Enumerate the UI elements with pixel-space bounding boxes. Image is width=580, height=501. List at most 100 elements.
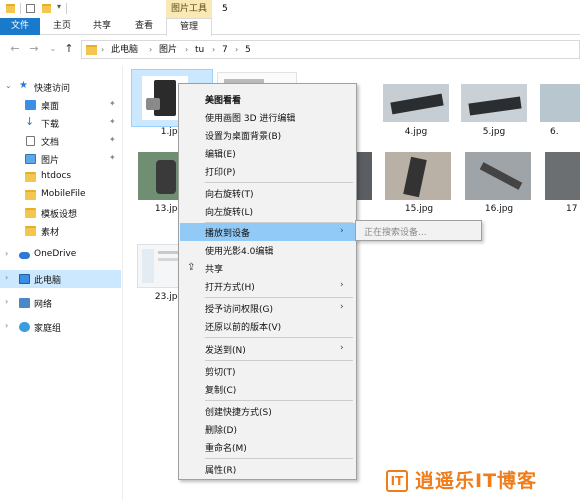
chevron-right-icon[interactable]: › [5, 249, 8, 258]
nav-label: 家庭组 [34, 324, 62, 334]
menu-item-rename[interactable]: 重命名(M) [180, 438, 356, 456]
nav-pictures[interactable]: 图片 ✦ [0, 150, 121, 168]
nav-documents[interactable]: 文档 ✦ [0, 132, 121, 150]
file-name[interactable]: 17 [566, 204, 580, 214]
pin-icon[interactable]: ✦ [109, 135, 116, 144]
menu-item-cast-to-device[interactable]: 播放到设备 › [180, 223, 356, 241]
menu-item-label: 属性(R) [205, 466, 237, 476]
context-menu: 美图看看 使用画图 3D 进行编辑 设置为桌面背景(B) 编辑(E) 打印(P)… [178, 83, 357, 480]
nav-network[interactable]: › 网络 [0, 294, 121, 312]
file-name[interactable]: 15.jpg [384, 204, 454, 214]
menu-item-label: 发送到(N) [205, 346, 246, 356]
computer-icon [19, 274, 30, 284]
pin-icon[interactable]: ✦ [109, 117, 116, 126]
new-folder-icon[interactable] [42, 4, 51, 13]
thumbnail-image[interactable] [383, 84, 449, 122]
menu-item-label: 删除(D) [205, 426, 237, 436]
menu-item-rotate-left[interactable]: 向左旋转(L) [180, 202, 356, 220]
file-name[interactable]: 4.jpg [381, 127, 451, 137]
chevron-right-icon: › [340, 280, 344, 290]
tab-home[interactable]: 主页 [44, 18, 80, 35]
menu-item-label: 设置为桌面背景(B) [205, 132, 282, 142]
ribbon-tabs: 文件 主页 共享 查看 管理 [0, 18, 580, 36]
nav-mobilefile[interactable]: MobileFile [0, 186, 121, 204]
file-name[interactable]: 5.jpg [459, 127, 529, 137]
menu-item-cut[interactable]: 剪切(T) [180, 362, 356, 380]
chevron-right-icon: › [340, 343, 344, 353]
chevron-right-icon: › [149, 45, 153, 54]
nav-homegroup[interactable]: › 家庭组 [0, 318, 121, 336]
menu-separator [205, 297, 353, 298]
title-bar: ▾ 图片工具 5 [0, 0, 580, 18]
folder-icon [86, 45, 97, 55]
download-icon: ↓ [25, 115, 35, 128]
nav-downloads[interactable]: ↓ 下载 ✦ [0, 114, 121, 132]
thumbnail-image[interactable] [356, 152, 372, 200]
breadcrumb-pictures[interactable]: 图片 [159, 41, 177, 59]
menu-item-create-shortcut[interactable]: 创建快捷方式(S) [180, 402, 356, 420]
chevron-right-icon[interactable]: › [5, 321, 8, 330]
chevron-right-icon: › [235, 45, 239, 54]
menu-item-print[interactable]: 打印(P) [180, 162, 356, 180]
recent-locations-icon[interactable]: ⌄ [46, 41, 60, 57]
back-arrow-icon[interactable]: ← [8, 41, 22, 57]
breadcrumb-tu[interactable]: tu [195, 41, 204, 59]
menu-item-copy[interactable]: 复制(C) [180, 380, 356, 398]
tab-share[interactable]: 共享 [84, 18, 120, 35]
forward-arrow-icon[interactable]: → [27, 41, 41, 57]
menu-item-rotate-right[interactable]: 向右旋转(T) [180, 184, 356, 202]
file-name[interactable]: 16.jpg [464, 204, 534, 214]
menu-item-edit-with-nEO[interactable]: 使用光影4.0编辑 [180, 241, 356, 259]
tab-file[interactable]: 文件 [0, 18, 40, 35]
tab-view[interactable]: 查看 [124, 18, 164, 35]
chevron-right-icon[interactable]: › [5, 273, 8, 282]
thumbnail-image[interactable] [545, 152, 580, 200]
menu-item-share[interactable]: ⇪ 共享 [180, 259, 356, 277]
nav-template-ideas[interactable]: 模板设想 [0, 204, 121, 222]
nav-htdocs[interactable]: htdocs [0, 168, 121, 186]
nav-desktop[interactable]: 桌面 ✦ [0, 96, 121, 114]
pin-icon[interactable]: ✦ [109, 99, 116, 108]
menu-item-label: 共享 [205, 265, 224, 275]
address-bar[interactable]: › 此电脑 › 图片 › tu › 7 › 5 [81, 40, 580, 59]
breadcrumb-5[interactable]: 5 [245, 41, 251, 59]
nav-onedrive[interactable]: › OneDrive [0, 246, 121, 264]
file-name[interactable]: 6. [550, 127, 580, 137]
properties-icon[interactable] [26, 4, 35, 13]
menu-item-send-to[interactable]: 发送到(N) › [180, 340, 356, 358]
nav-this-pc[interactable]: › 此电脑 [0, 270, 121, 288]
chevron-right-icon[interactable]: › [5, 297, 8, 306]
menu-item-label: 重命名(M) [205, 444, 247, 454]
menu-item-set-desktop-background[interactable]: 设置为桌面背景(B) [180, 126, 356, 144]
thumbnail-image[interactable] [540, 84, 580, 122]
navigation-pane: ⌄ ★ 快速访问 桌面 ✦ ↓ 下载 ✦ 文档 ✦ 图片 ✦ htdocs Mo… [0, 66, 121, 501]
up-arrow-icon[interactable]: ↑ [62, 41, 76, 57]
nav-materials[interactable]: 素材 [0, 222, 121, 240]
menu-item-meitu-viewer[interactable]: 美图看看 [180, 90, 356, 108]
folder-icon [25, 190, 36, 200]
thumbnail-image[interactable] [461, 84, 527, 122]
menu-item-give-access[interactable]: 授予访问权限(G) › [180, 299, 356, 317]
menu-item-label: 使用画图 3D 进行编辑 [205, 114, 296, 124]
nav-quick-access[interactable]: ⌄ ★ 快速访问 [0, 78, 121, 96]
nav-label: 模板设想 [41, 210, 78, 220]
pin-icon[interactable]: ✦ [109, 153, 116, 162]
menu-item-label: 打开方式(H) [205, 283, 255, 293]
thumbnail-image[interactable] [465, 152, 531, 200]
tab-manage[interactable]: 管理 [166, 18, 212, 36]
menu-item-open-with[interactable]: 打开方式(H) › [180, 277, 356, 295]
menu-item-edit-paint3d[interactable]: 使用画图 3D 进行编辑 [180, 108, 356, 126]
menu-item-edit[interactable]: 编辑(E) [180, 144, 356, 162]
nav-label: MobileFile [41, 189, 86, 199]
breadcrumb-this-pc[interactable]: 此电脑 [111, 41, 138, 59]
breadcrumb-7[interactable]: 7 [222, 41, 228, 59]
customize-toolbar-icon[interactable]: ▾ [57, 2, 61, 11]
menu-item-delete[interactable]: 删除(D) [180, 420, 356, 438]
address-row: ← → ⌄ ↑ › 此电脑 › 图片 › tu › 7 › 5 [0, 36, 580, 63]
pane-divider [122, 66, 123, 501]
chevron-down-icon[interactable]: ⌄ [5, 81, 12, 90]
menu-item-properties[interactable]: 属性(R) [180, 460, 356, 478]
menu-item-restore-previous-versions[interactable]: 还原以前的版本(V) [180, 317, 356, 335]
menu-item-label: 美图看看 [205, 96, 242, 106]
thumbnail-image[interactable] [385, 152, 451, 200]
